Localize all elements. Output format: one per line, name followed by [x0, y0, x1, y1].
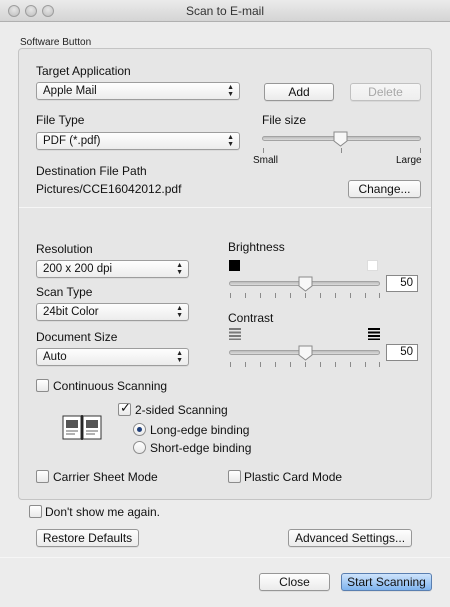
dark-swatch-icon	[229, 260, 240, 271]
dont-show-again-label: Don't show me again.	[45, 505, 161, 519]
high-contrast-icon	[368, 328, 380, 340]
contrast-ticks	[230, 362, 380, 368]
two-sided-scanning-checkbox[interactable]	[118, 400, 131, 416]
file-type-select[interactable]: PDF (*.pdf) ▲ ▼	[36, 132, 240, 150]
carrier-sheet-mode-checkbox[interactable]	[36, 470, 49, 483]
software-button-group-label: Software Button	[20, 37, 92, 48]
change-path-button[interactable]: Change...	[348, 180, 421, 198]
contrast-label: Contrast	[228, 311, 274, 325]
restore-defaults-button[interactable]: Restore Defaults	[36, 529, 139, 547]
file-size-ticks	[263, 148, 421, 154]
contrast-value-field[interactable]: 50	[386, 344, 418, 361]
brightness-label: Brightness	[228, 240, 285, 254]
file-type-label: File Type	[36, 113, 85, 127]
resolution-select[interactable]: 200 x 200 dpi ▲ ▼	[36, 260, 189, 278]
title-bar: Scan to E-mail	[0, 0, 450, 22]
file-type-value: PDF (*.pdf)	[43, 135, 101, 147]
continuous-scanning-label: Continuous Scanning	[53, 379, 168, 393]
light-swatch-icon	[367, 260, 378, 271]
target-application-value: Apple Mail	[43, 85, 97, 97]
continuous-scanning-checkbox[interactable]	[36, 379, 49, 392]
long-edge-binding-label: Long-edge binding	[150, 423, 250, 437]
destination-file-path-value: Pictures/CCE16042012.pdf	[36, 182, 182, 196]
delete-button[interactable]: Delete	[350, 83, 421, 101]
brightness-value-field[interactable]: 50	[386, 275, 418, 292]
document-size-select[interactable]: Auto ▲ ▼	[36, 348, 189, 366]
advanced-settings-button[interactable]: Advanced Settings...	[288, 529, 412, 547]
file-size-small-label: Small	[253, 155, 279, 166]
file-size-large-label: Large	[396, 155, 422, 166]
document-size-label: Document Size	[36, 330, 118, 344]
long-edge-binding-radio[interactable]	[133, 423, 146, 436]
carrier-sheet-mode-label: Carrier Sheet Mode	[53, 470, 158, 484]
resolution-label: Resolution	[36, 242, 93, 256]
add-button[interactable]: Add	[264, 83, 334, 101]
bottom-divider	[0, 557, 450, 558]
duplex-pages-icon	[62, 415, 102, 440]
dont-show-again-checkbox[interactable]	[29, 505, 42, 518]
divider	[19, 207, 431, 208]
destination-file-path-label: Destination File Path	[36, 164, 147, 178]
close-button[interactable]: Close	[259, 573, 330, 591]
select-arrows-icon: ▲ ▼	[227, 84, 234, 98]
target-application-label: Target Application	[36, 64, 131, 78]
two-sided-scanning-label: 2-sided Scanning	[135, 403, 228, 417]
resolution-value: 200 x 200 dpi	[43, 263, 113, 275]
brightness-slider-thumb[interactable]	[298, 276, 313, 292]
select-arrows-icon: ▲ ▼	[176, 262, 183, 276]
select-arrows-icon: ▲ ▼	[227, 134, 234, 148]
file-size-slider-thumb[interactable]	[333, 131, 348, 147]
window-title: Scan to E-mail	[185, 4, 265, 18]
short-edge-binding-radio[interactable]	[133, 441, 146, 454]
short-edge-binding-label: Short-edge binding	[150, 441, 252, 455]
plastic-card-mode-checkbox[interactable]	[228, 470, 241, 483]
scan-type-label: Scan Type	[36, 285, 93, 299]
target-application-select[interactable]: Apple Mail ▲ ▼	[36, 82, 240, 100]
select-arrows-icon: ▲ ▼	[176, 305, 183, 319]
file-size-label: File size	[262, 113, 307, 127]
scan-type-value: 24bit Color	[43, 306, 99, 318]
select-arrows-icon: ▲ ▼	[176, 350, 183, 364]
scan-type-select[interactable]: 24bit Color ▲ ▼	[36, 303, 189, 321]
plastic-card-mode-label: Plastic Card Mode	[244, 470, 343, 484]
low-contrast-icon	[229, 328, 241, 340]
contrast-slider-thumb[interactable]	[298, 345, 313, 361]
document-size-value: Auto	[43, 351, 67, 363]
brightness-ticks	[230, 293, 380, 299]
start-scanning-button[interactable]: Start Scanning	[341, 573, 432, 591]
